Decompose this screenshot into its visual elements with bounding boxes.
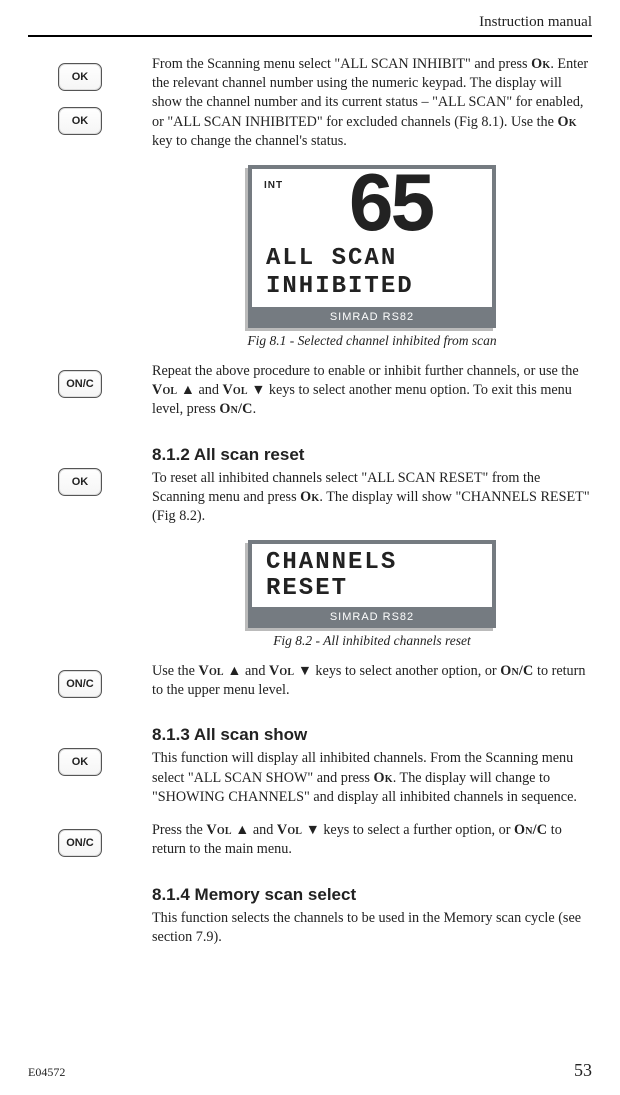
ok-key-icon: OK	[58, 748, 102, 776]
text: From the Scanning menu select "ALL SCAN …	[152, 56, 531, 72]
vol-smallcaps: Vol	[152, 382, 177, 398]
lcd-line2: RESET	[266, 576, 482, 601]
text: .	[253, 401, 257, 417]
text: Press the	[152, 822, 206, 838]
header-rule	[28, 35, 592, 37]
lcd-screen: INT 65 ALL SCAN INHIBITED	[252, 169, 492, 307]
figure-caption: Fig 8.1 - Selected channel inhibited fro…	[152, 332, 592, 350]
lcd-int-label: INT	[264, 179, 283, 193]
lcd-brand-label: SIMRAD RS82	[252, 607, 492, 628]
ok-smallcaps: Ok	[531, 56, 550, 72]
onc-key-icon: ON/C	[58, 829, 102, 857]
lcd-brand-label: SIMRAD RS82	[252, 307, 492, 328]
ok-key-icon: OK	[58, 63, 102, 91]
vol-smallcaps: Vol	[269, 663, 294, 679]
vol-smallcaps: Vol	[222, 382, 247, 398]
text: and	[253, 822, 277, 838]
text: key to change the channel's status.	[152, 133, 347, 149]
body-paragraph: Press the Vol ▲ and Vol ▼ keys to select…	[152, 821, 592, 859]
body-paragraph: From the Scanning menu select "ALL SCAN …	[152, 55, 592, 151]
section-heading: 8.1.3 All scan show	[152, 724, 592, 747]
text: Use the	[152, 663, 199, 679]
body-paragraph: Use the Vol ▲ and Vol ▼ keys to select a…	[152, 662, 592, 700]
triangle-up-icon: ▲	[232, 822, 253, 838]
section-heading: 8.1.4 Memory scan select	[152, 884, 592, 907]
lcd-screenshot-1: INT 65 ALL SCAN INHIBITED SIMRAD RS82	[248, 165, 496, 328]
onc-key-icon: ON/C	[58, 670, 102, 698]
ok-smallcaps: Ok	[300, 489, 319, 505]
body-paragraph: This function selects the channels to be…	[152, 909, 592, 947]
page-number: 53	[574, 1060, 592, 1081]
triangle-up-icon: ▲	[224, 663, 245, 679]
section-heading: 8.1.2 All scan reset	[152, 444, 592, 467]
running-header: Instruction manual	[28, 14, 592, 33]
body-paragraph: To reset all inhibited channels select "…	[152, 469, 592, 527]
lcd-line2: INHIBITED	[266, 275, 482, 299]
triangle-up-icon: ▲	[177, 382, 198, 398]
body-paragraph: This function will display all inhibited…	[152, 749, 592, 807]
ok-smallcaps: Ok	[373, 770, 392, 786]
text: keys to select another option, or	[315, 663, 500, 679]
text: and	[245, 663, 269, 679]
figure-caption: Fig 8.2 - All inhibited channels reset	[152, 632, 592, 650]
onc-smallcaps: On/C	[500, 663, 533, 679]
ok-key-icon: OK	[58, 468, 102, 496]
lcd-channel-number: 65	[296, 173, 482, 244]
triangle-down-icon: ▼	[248, 382, 269, 398]
body-paragraph: Repeat the above procedure to enable or …	[152, 362, 592, 420]
vol-smallcaps: Vol	[206, 822, 231, 838]
text: and	[198, 382, 222, 398]
triangle-down-icon: ▼	[302, 822, 323, 838]
doc-number: E04572	[28, 1065, 65, 1080]
ok-key-icon: OK	[58, 107, 102, 135]
text: Repeat the above procedure to enable or …	[152, 363, 579, 379]
ok-smallcaps: Ok	[557, 114, 576, 130]
triangle-down-icon: ▼	[294, 663, 315, 679]
onc-smallcaps: On/C	[219, 401, 252, 417]
vol-smallcaps: Vol	[277, 822, 302, 838]
vol-smallcaps: Vol	[199, 663, 224, 679]
lcd-screen: CHANNELS RESET	[252, 544, 492, 606]
text: keys to select a further option, or	[323, 822, 514, 838]
lcd-line1: CHANNELS	[266, 550, 482, 575]
onc-smallcaps: On/C	[514, 822, 547, 838]
lcd-screenshot-2: CHANNELS RESET SIMRAD RS82	[248, 540, 496, 627]
onc-key-icon: ON/C	[58, 370, 102, 398]
